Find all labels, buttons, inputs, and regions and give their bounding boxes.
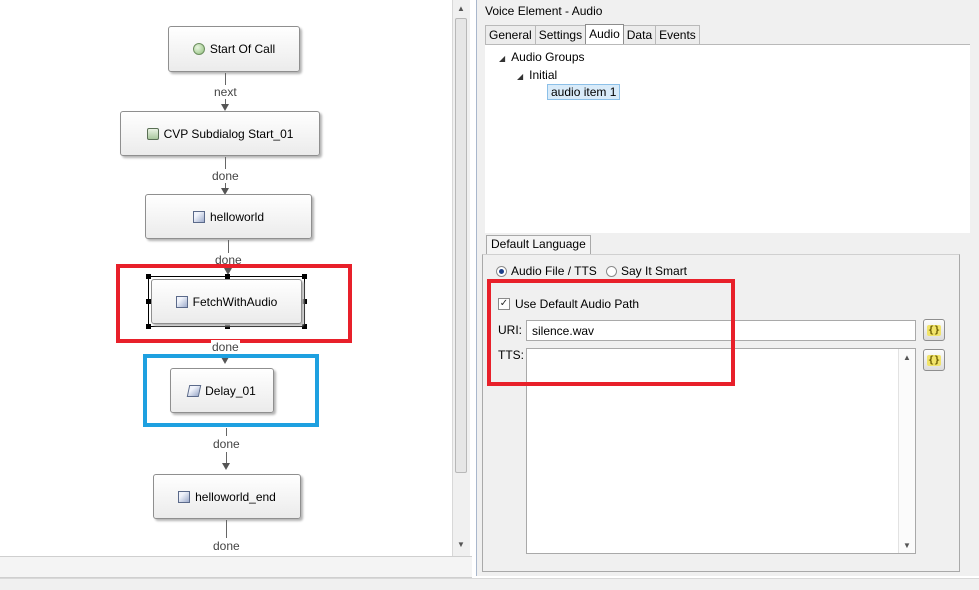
voice-element-icon xyxy=(192,210,205,223)
voice-element-icon xyxy=(175,295,188,308)
radio-unselected-icon xyxy=(606,265,617,277)
radio-label: Audio File / TTS xyxy=(511,264,597,278)
status-bar xyxy=(0,578,979,590)
resize-handle[interactable] xyxy=(302,324,307,329)
tab-data[interactable]: Data xyxy=(622,25,657,46)
tab-audio[interactable]: Audio xyxy=(585,24,624,45)
radio-say-it-smart[interactable]: Say It Smart xyxy=(606,264,687,278)
tree-label: Initial xyxy=(529,68,558,82)
tts-scrollbar[interactable]: ▲ ▼ xyxy=(898,349,915,553)
edge-label-done: done xyxy=(212,437,241,451)
highlight-box-red xyxy=(487,279,735,386)
call-flow-canvas[interactable]: Start Of Call next CVP Subdialog Start_0… xyxy=(0,0,470,556)
tree-label: Audio Groups xyxy=(511,50,585,64)
panel-title: Voice Element - Audio xyxy=(485,4,603,18)
radio-label: Say It Smart xyxy=(621,264,688,278)
node-fetch-with-audio[interactable]: FetchWithAudio xyxy=(151,279,302,324)
arrow-icon xyxy=(222,463,230,470)
node-label: helloworld_end xyxy=(195,489,276,504)
scroll-up-arrow-icon[interactable]: ▲ xyxy=(457,4,465,13)
panel-tabs: General Settings Audio Data Events xyxy=(485,24,700,46)
expression-icon: {} xyxy=(926,324,942,336)
tab-default-language[interactable]: Default Language xyxy=(486,235,591,254)
radio-selected-icon xyxy=(496,265,507,277)
canvas-vertical-scrollbar[interactable]: ▲ ▼ xyxy=(452,0,470,556)
edge-label-done: done xyxy=(211,169,240,183)
edge-label-next: next xyxy=(213,85,238,99)
node-label: helloworld xyxy=(209,209,265,224)
tree-item-audio-item[interactable]: audio item 1 xyxy=(547,84,621,100)
edge-label-done: done xyxy=(211,340,240,354)
tree-item-audio-groups[interactable]: ◢ Audio Groups xyxy=(499,50,585,64)
scroll-down-arrow-icon[interactable]: ▼ xyxy=(457,540,465,549)
tts-expression-button[interactable]: {} xyxy=(923,349,945,371)
resize-handle[interactable] xyxy=(225,324,230,329)
connector xyxy=(228,240,229,254)
tree-label: audio item 1 xyxy=(547,84,621,100)
scroll-down-arrow-icon[interactable]: ▼ xyxy=(903,541,911,550)
node-label: CVP Subdialog Start_01 xyxy=(163,126,294,141)
radio-audio-file-tts[interactable]: Audio File / TTS xyxy=(496,264,597,278)
delay-icon xyxy=(186,384,202,397)
expand-triangle-icon[interactable]: ◢ xyxy=(517,72,523,81)
uri-expression-button[interactable]: {} xyxy=(923,319,945,341)
node-label: FetchWithAudio xyxy=(192,294,278,309)
node-start-of-call[interactable]: Start Of Call xyxy=(168,26,300,72)
expression-icon: {} xyxy=(926,354,942,366)
voice-element-icon xyxy=(178,490,191,503)
node-label: Delay_01 xyxy=(205,383,256,398)
scroll-up-arrow-icon[interactable]: ▲ xyxy=(903,353,911,362)
subdialog-icon xyxy=(146,127,159,140)
resize-handle[interactable] xyxy=(302,299,307,304)
resize-handle[interactable] xyxy=(302,274,307,279)
node-helloworld[interactable]: helloworld xyxy=(145,194,312,239)
canvas-horizontal-scrollbar[interactable] xyxy=(0,556,472,578)
node-delay[interactable]: Delay_01 xyxy=(170,368,274,413)
arrow-icon xyxy=(221,104,229,111)
edge-label-done: done xyxy=(212,539,241,553)
resize-handle[interactable] xyxy=(146,274,151,279)
resize-handle[interactable] xyxy=(146,324,151,329)
start-call-icon xyxy=(192,43,205,55)
scrollbar-thumb[interactable] xyxy=(455,18,467,473)
node-helloworld-end[interactable]: helloworld_end xyxy=(153,474,301,519)
tree-item-initial[interactable]: ◢ Initial xyxy=(517,68,557,82)
tab-events[interactable]: Events xyxy=(655,25,700,46)
connector xyxy=(226,520,227,538)
audio-groups-tree[interactable]: ◢ Audio Groups ◢ Initial audio item 1 xyxy=(485,44,970,233)
tab-general[interactable]: General xyxy=(485,25,536,46)
node-cvp-subdialog-start[interactable]: CVP Subdialog Start_01 xyxy=(120,111,320,156)
node-label: Start Of Call xyxy=(209,42,276,56)
tab-settings[interactable]: Settings xyxy=(534,25,587,46)
connector xyxy=(226,428,227,436)
expand-triangle-icon[interactable]: ◢ xyxy=(499,54,505,63)
